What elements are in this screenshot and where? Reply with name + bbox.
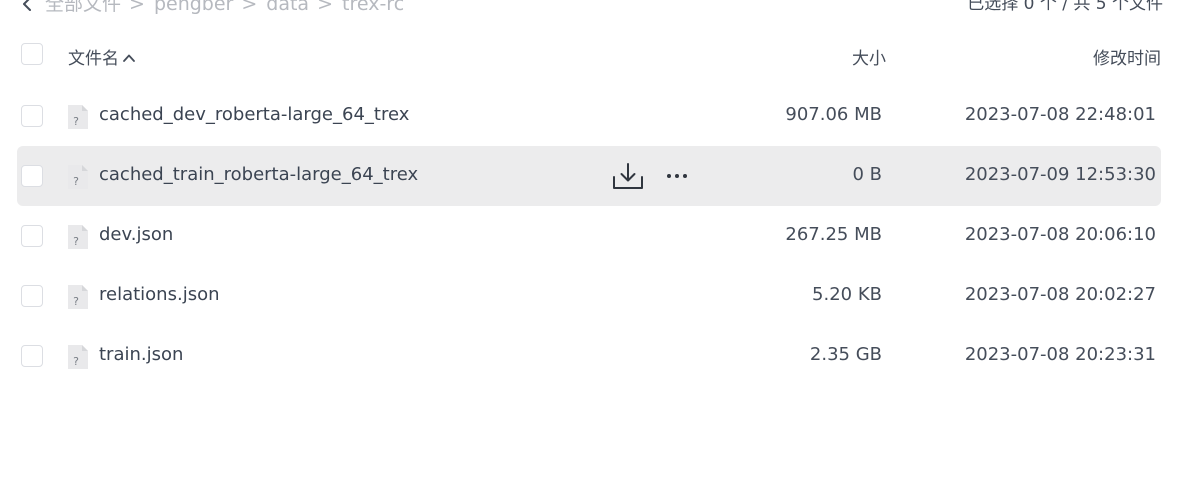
file-name[interactable]: train.json xyxy=(99,344,183,365)
file-modified-time: 2023-07-08 20:23:31 xyxy=(964,344,1156,365)
svg-text:?: ? xyxy=(73,115,79,128)
column-header-size[interactable]: 大小 xyxy=(852,44,886,69)
breadcrumb-item-all-files[interactable]: 全部文件 xyxy=(45,0,121,15)
row-checkbox[interactable] xyxy=(21,225,43,247)
more-icon[interactable] xyxy=(660,159,694,193)
file-name[interactable]: cached_train_roberta-large_64_trex xyxy=(99,164,418,185)
file-browser-page: 全部文件 > pengber > data > trex-rc 已选择 0 个 / 共 5 … xyxy=(0,0,1194,495)
selection-summary: 已选择 0 个 / 共 5 个文件 xyxy=(967,0,1163,14)
breadcrumb-bar: 全部文件 > pengber > data > trex-rc 已选择 0 个 / 共 5 … xyxy=(0,0,1194,17)
breadcrumb-separator: > xyxy=(241,0,258,15)
file-name[interactable]: cached_dev_roberta-large_64_trex xyxy=(99,104,409,125)
table-row[interactable]: ? train.json 2.35 GB 2023-07-08 20:23:31 xyxy=(17,326,1161,386)
file-modified-time: 2023-07-08 20:02:27 xyxy=(964,284,1156,305)
table-row[interactable]: ? cached_train_roberta-large_64_trex 0 B… xyxy=(17,146,1161,206)
file-name[interactable]: dev.json xyxy=(99,224,173,245)
file-size: 2.35 GB xyxy=(809,344,882,365)
breadcrumb-item-trex-rc: trex-rc xyxy=(342,0,405,15)
unknown-file-icon: ? xyxy=(68,345,88,369)
svg-text:?: ? xyxy=(73,175,79,188)
file-size: 267.25 MB xyxy=(785,224,882,245)
unknown-file-icon: ? xyxy=(68,285,88,309)
table-row[interactable]: ? dev.json 267.25 MB 2023-07-08 20:06:10 xyxy=(17,206,1161,266)
column-header-name-label: 文件名 xyxy=(68,49,119,69)
file-name[interactable]: relations.json xyxy=(99,284,220,305)
column-header-name[interactable]: 文件名 xyxy=(68,44,136,69)
table-row[interactable]: ? cached_dev_roberta-large_64_trex 907.0… xyxy=(17,86,1161,146)
select-all-checkbox[interactable] xyxy=(21,43,43,65)
breadcrumb-item-pengber[interactable]: pengber xyxy=(154,0,233,15)
file-size: 5.20 KB xyxy=(812,284,882,305)
column-header-modified[interactable]: 修改时间 xyxy=(1093,44,1161,69)
row-checkbox[interactable] xyxy=(21,285,43,307)
download-icon[interactable] xyxy=(611,159,645,193)
row-checkbox[interactable] xyxy=(21,165,43,187)
svg-text:?: ? xyxy=(73,355,79,368)
sort-ascending-icon xyxy=(123,54,135,62)
back-chevron-icon[interactable] xyxy=(20,0,34,13)
svg-text:?: ? xyxy=(73,235,79,248)
breadcrumb-item-data[interactable]: data xyxy=(266,0,309,15)
unknown-file-icon: ? xyxy=(68,225,88,249)
file-modified-time: 2023-07-09 12:53:30 xyxy=(964,164,1156,185)
unknown-file-icon: ? xyxy=(68,105,88,129)
breadcrumb-separator: > xyxy=(129,0,145,15)
breadcrumb: 全部文件 > pengber > data > trex-rc xyxy=(45,0,404,15)
row-checkbox[interactable] xyxy=(21,345,43,367)
file-size: 907.06 MB xyxy=(785,104,882,125)
file-modified-time: 2023-07-08 22:48:01 xyxy=(964,104,1156,125)
breadcrumb-separator: > xyxy=(317,0,333,15)
unknown-file-icon: ? xyxy=(68,165,88,189)
table-header: 文件名 大小 修改时间 xyxy=(17,36,1161,74)
file-modified-time: 2023-07-08 20:06:10 xyxy=(964,224,1156,245)
table-row[interactable]: ? relations.json 5.20 KB 2023-07-08 20:0… xyxy=(17,266,1161,326)
svg-text:?: ? xyxy=(73,295,79,308)
file-size: 0 B xyxy=(852,164,882,185)
row-checkbox[interactable] xyxy=(21,105,43,127)
